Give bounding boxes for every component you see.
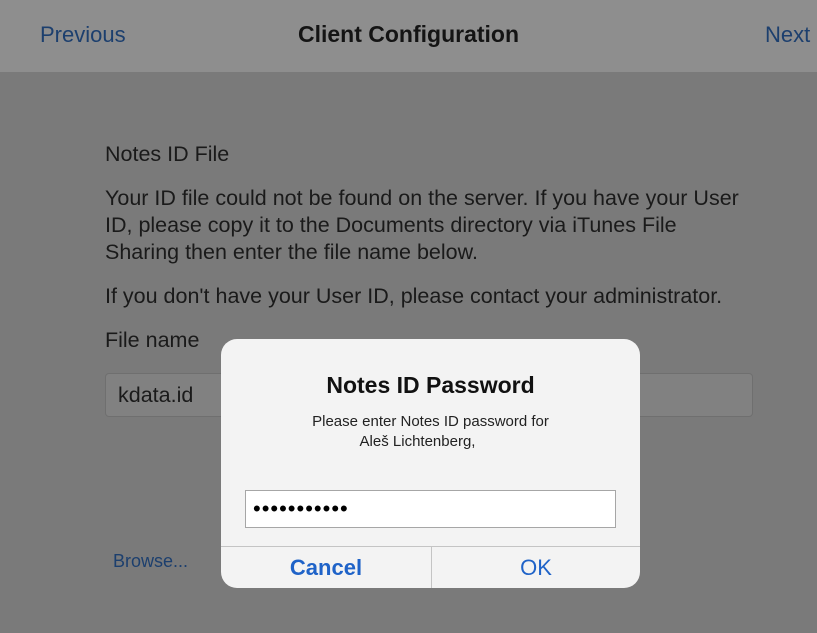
page-title: Client Configuration [297,21,520,47]
navigation-bar: Previous Client Configuration Next [0,0,817,72]
cancel-button[interactable]: Cancel [221,547,431,588]
section-title: Notes ID File [105,142,230,166]
alert-message: Please enter Notes ID password for Aleš … [241,412,620,452]
alert-title: Notes ID Password [326,372,535,398]
next-button[interactable]: Next [765,22,810,48]
id-file-instructions: Your ID file could not be found on the s… [105,186,739,264]
ok-button[interactable]: OK [432,547,640,588]
browse-button[interactable]: Browse... [113,551,188,572]
password-input[interactable] [245,490,616,528]
password-alert-dialog: Notes ID Password Please enter Notes ID … [221,339,640,588]
alert-message-line-1: Please enter Notes ID password for [312,413,549,430]
alert-message-line-2: Aleš Lichtenberg, [359,433,476,450]
contact-admin-text: If you don't have your User ID, please c… [105,284,723,308]
